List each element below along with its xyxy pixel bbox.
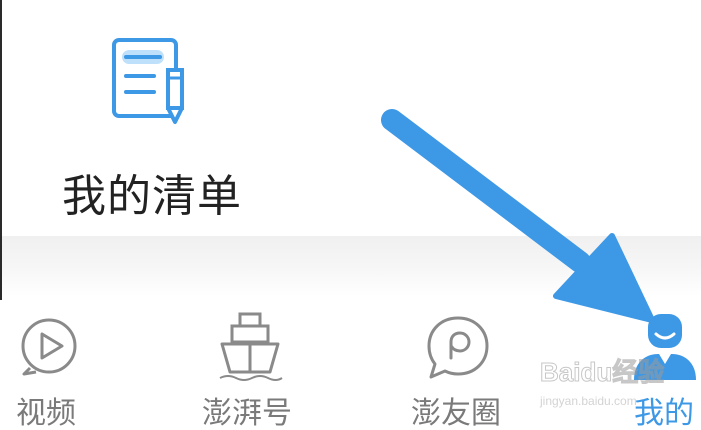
tab-mine[interactable]: 我的 [628,300,701,430]
play-circle-icon [21,318,77,376]
user-avatar-icon [634,314,696,380]
tab-video[interactable]: 视频 [8,300,118,430]
section-divider [2,236,701,296]
chat-bubble-icon [427,316,489,379]
tab-pengpai-account-label: 澎湃号 [202,396,292,430]
tab-mine-label: 我的 [634,396,694,430]
ship-icon [219,312,283,381]
bottom-tab-bar: 视频 澎湃号 澎友圈 我的 [0,300,701,430]
screen: 我的清单 视频 澎湃号 澎友圈 我的 Baidu经验 jingyan.baidu… [0,0,701,430]
my-checklist-entry[interactable]: 我的清单 [50,30,270,222]
checklist-pencil-icon [112,38,184,124]
tab-video-label: 视频 [16,396,76,430]
tab-pengpai-account[interactable]: 澎湃号 [200,300,320,430]
tab-friends-circle-label: 澎友圈 [411,396,501,430]
tab-friends-circle[interactable]: 澎友圈 [405,300,525,430]
my-checklist-label: 我的清单 [62,171,242,222]
